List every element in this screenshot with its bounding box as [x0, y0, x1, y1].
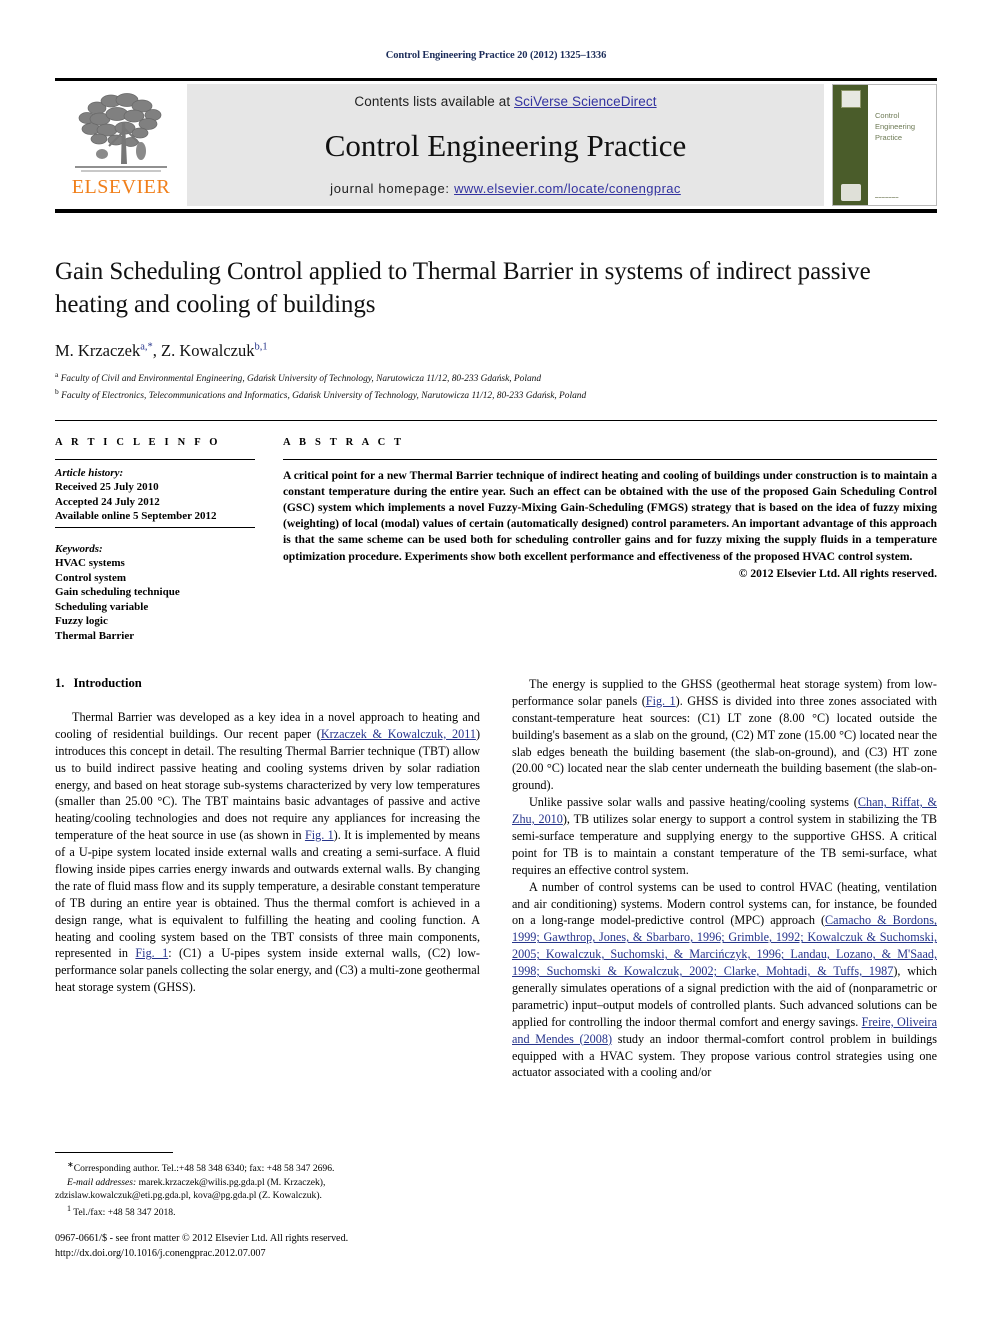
cover-title-line-3: Practice — [875, 132, 903, 142]
page-footer: 0967-0661/$ - see front matter © 2012 El… — [55, 1232, 495, 1262]
footnote-email-line-2: zdzislaw.kowalczuk@eti.pg.gda.pl, kova@p… — [55, 1190, 322, 1202]
affiliation-b: b Faculty of Electronics, Telecommunicat… — [55, 387, 937, 404]
figure-link[interactable]: Fig. 1 — [135, 946, 168, 960]
title-block: Gain Scheduling Control applied to Therm… — [55, 255, 937, 404]
keyword-item: HVAC systems — [55, 557, 125, 570]
contents-available-line: Contents lists available at SciVerse Sci… — [354, 94, 656, 109]
affiliation-a-text: Faculty of Civil and Environmental Engin… — [60, 374, 542, 385]
cover-left-bottom — [840, 184, 861, 201]
text-run: Unlike passive solar walls and passive h… — [529, 795, 858, 810]
text-run: ). It is implemented by means of a U-pip… — [55, 828, 480, 961]
abstract-text: A critical point for a new Thermal Barri… — [283, 468, 937, 563]
affiliation-a: a Faculty of Civil and Environmental Eng… — [55, 370, 937, 387]
affiliation-list: a Faculty of Civil and Environmental Eng… — [55, 370, 937, 404]
author-list: M. Krzaczeka,*, Z. Kowalczukb,1 — [55, 341, 937, 361]
homepage-prefix: journal homepage: — [330, 181, 455, 196]
paragraph-right-2: Unlike passive solar walls and passive h… — [512, 794, 937, 878]
keywords-label: Keywords: — [55, 542, 103, 555]
journal-masthead: ELSEVIER Contents lists available at Sci… — [55, 78, 937, 213]
elsevier-tree-icon — [75, 93, 167, 172]
elsevier-wordmark: ELSEVIER — [71, 176, 171, 198]
author-1-affiliation-marker: a, — [140, 341, 148, 353]
keyword-item: Fuzzy logic — [55, 615, 108, 628]
cover-footer-rule: ▬▬▬▬▬▬▬ — [875, 195, 899, 199]
section-title: Introduction — [73, 676, 142, 690]
author-2-affiliation-marker: b,1 — [254, 341, 268, 353]
article-accepted: Accepted 24 July 2012 — [55, 495, 160, 508]
left-column: 1. Introduction Thermal Barrier was devel… — [55, 676, 480, 1081]
text-run: ). GHSS is divided into three zones asso… — [512, 693, 937, 793]
paragraph-intro-1: Thermal Barrier was developed as a key i… — [55, 709, 480, 996]
footnote-tel: 1 Tel./fax: +48 58 347 2018. — [55, 1203, 480, 1220]
issn-copyright-line: 0967-0661/$ - see front matter © 2012 El… — [55, 1233, 349, 1244]
section-heading-introduction: 1. Introduction — [55, 676, 480, 691]
abstract-column: A B S T R A C T A critical point for a n… — [283, 437, 937, 644]
ifac-badge-icon — [840, 90, 861, 108]
email-address-1: marek.krzaczek@wilis.pg.gda.pl (M. Krzac… — [136, 1176, 326, 1188]
journal-title: Control Engineering Practice — [324, 127, 687, 163]
article-info-rule-mid — [55, 526, 255, 528]
abstract-copyright: © 2012 Elsevier Ltd. All rights reserved… — [738, 566, 937, 580]
footnote-text: Corresponding author. Tel.:+48 58 348 63… — [73, 1163, 335, 1175]
figure-link[interactable]: Fig. 1 — [305, 828, 334, 842]
paragraph-right-1: The energy is supplied to the GHSS (geot… — [512, 676, 937, 794]
article-info-heading: A R T I C L E I N F O — [55, 436, 221, 448]
section-number: 1. — [55, 676, 65, 690]
article-received: Received 25 July 2010 — [55, 481, 159, 494]
citation-link[interactable]: Krzaczek & Kowalczuk, 2011 — [321, 727, 476, 741]
cover-left-strip — [833, 85, 868, 205]
affiliation-b-marker: b — [55, 386, 59, 396]
doi-line: http://dx.doi.org/10.1016/j.conengprac.2… — [55, 1247, 266, 1259]
footnote-block: ∗Corresponding author. Tel.:+48 58 348 6… — [55, 1152, 480, 1220]
footnote-corresponding-author: ∗Corresponding author. Tel.:+48 58 348 6… — [55, 1159, 480, 1176]
journal-cover-thumbnail: Control Engineering Practice ▬▬▬▬▬▬▬ — [832, 84, 937, 206]
elsevier-logo-block: ELSEVIER — [55, 84, 187, 206]
keyword-item: Gain scheduling technique — [55, 586, 180, 599]
footnote-tel-text: Tel./fax: +48 58 347 2018. — [73, 1207, 176, 1219]
footnote-1-marker: 1 — [67, 1204, 71, 1214]
right-column: The energy is supplied to the GHSS (geot… — [512, 676, 937, 1081]
publisher-emblem-icon — [840, 184, 861, 201]
cover-right-panel: Control Engineering Practice ▬▬▬▬▬▬▬ — [868, 85, 936, 205]
keywords-group: Keywords: HVAC systems Control system Ga… — [55, 536, 255, 644]
paragraph-right-3: A number of control systems can be used … — [512, 879, 937, 1082]
keyword-item: Thermal Barrier — [55, 629, 135, 642]
journal-homepage-link[interactable]: www.elsevier.com/locate/conengprac — [454, 181, 681, 196]
cover-title-line-1: Control — [875, 111, 900, 120]
author-2: , Z. Kowalczuk — [152, 341, 255, 360]
keyword-item: Scheduling variable — [55, 600, 149, 613]
running-head: Control Engineering Practice 20 (2012) 1… — [385, 50, 607, 61]
article-history-group: Article history: Received 25 July 2010 A… — [55, 460, 255, 524]
footnote-email-line-1: E-mail addresses: marek.krzaczek@wilis.p… — [55, 1176, 480, 1190]
info-abstract-row: A R T I C L E I N F O Article history: R… — [55, 419, 937, 644]
body-columns: 1. Introduction Thermal Barrier was devel… — [55, 676, 937, 1081]
cover-title: Control Engineering Practice — [875, 111, 936, 144]
sciencedirect-link[interactable]: SciVerse ScienceDirect — [514, 94, 657, 109]
text-run: ) introduces this concept in detail. The… — [55, 726, 480, 843]
article-available-online: Available online 5 September 2012 — [55, 510, 217, 523]
figure-link[interactable]: Fig. 1 — [646, 694, 676, 708]
abstract-heading: A B S T R A C T — [283, 436, 405, 448]
article-history-label: Article history: — [55, 466, 124, 479]
affiliation-a-marker: a — [55, 370, 59, 379]
author-1: M. Krzaczek — [55, 341, 141, 360]
affiliation-b-text: Faculty of Electronics, Telecommunicatio… — [61, 390, 587, 401]
text-run: ), TB utilizes solar energy to support a… — [512, 812, 937, 877]
footnote-rule — [55, 1152, 173, 1153]
corresponding-marker-icon: ∗ — [67, 1160, 74, 1169]
email-addresses-label: E-mail addresses: — [67, 1176, 137, 1188]
keyword-item: Control system — [55, 571, 126, 584]
cover-title-line-2: Engineering — [875, 121, 916, 131]
journal-homepage-line: journal homepage: www.elsevier.com/locat… — [330, 181, 681, 196]
article-info-column: A R T I C L E I N F O Article history: R… — [55, 437, 283, 644]
contents-prefix: Contents lists available at — [354, 94, 515, 109]
masthead-center-band: Contents lists available at SciVerse Sci… — [187, 84, 824, 206]
page-title: Gain Scheduling Control applied to Therm… — [55, 258, 871, 318]
